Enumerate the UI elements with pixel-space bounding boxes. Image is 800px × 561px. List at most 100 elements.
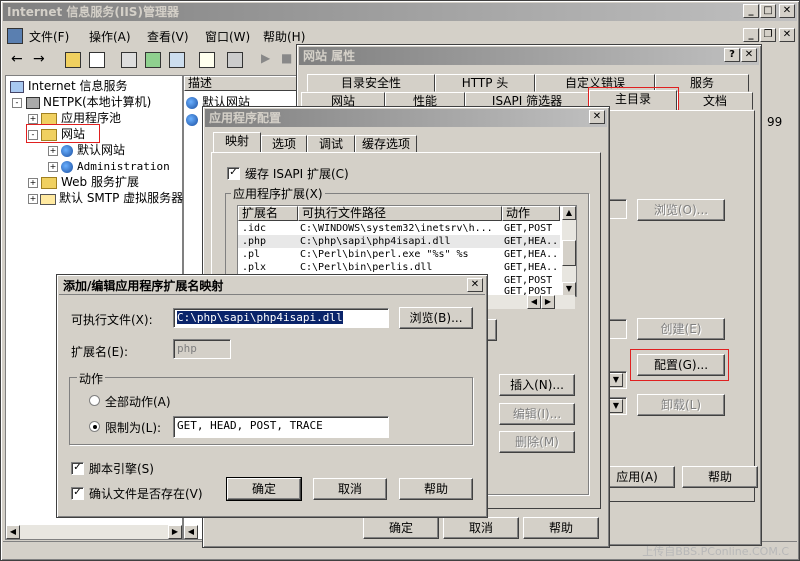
globe-icon [61,160,73,173]
col-header-ext[interactable]: 扩展名 [238,206,298,221]
table-row[interactable]: .pl C:\Perl\bin\perl.exe "%s" %s GET,HEA… [238,248,560,261]
back-icon[interactable]: ← [11,51,23,67]
dropdown-arrow-icon[interactable]: ▼ [609,399,623,413]
tab-directory-security[interactable]: 目录安全性 [307,74,435,92]
menu-file[interactable]: 文件(F) [29,28,69,45]
tree-computer[interactable]: - NETPK(本地计算机) [12,94,151,110]
menu-action[interactable]: 操作(A) [89,28,131,45]
table-row[interactable]: .plx C:\Perl\bin\perlis.dll GET,HEA... [238,261,560,274]
tree-smtp[interactable]: + 默认 SMTP 虚拟服务器 [28,190,183,206]
listview-vscrollbar[interactable]: ▲ ▼ [562,206,576,296]
ok-button[interactable]: 确定 [363,517,439,539]
scroll-up-icon[interactable]: ▲ [562,206,576,220]
minimize-button[interactable]: _ [743,4,759,18]
expand-icon[interactable]: + [28,193,38,204]
cancel-button[interactable]: 取消 [313,478,387,500]
exe-input[interactable]: C:\php\sapi\php4isapi.dll [173,308,389,328]
all-verbs-label: 全部动作(A) [105,395,171,409]
help-button[interactable]: 帮助 [523,517,599,539]
computer-icon-tree [26,97,40,109]
exe-label: 可执行文件(X): [71,313,153,327]
tree-hscrollbar[interactable]: ◀ ▶ [6,525,182,539]
site-props-titlebar: 网站 属性 [299,47,759,65]
apply-button[interactable]: 应用(A) [599,466,675,488]
scroll-right-icon[interactable]: ▶ [541,295,555,309]
table-row[interactable]: .idc C:\WINDOWS\system32\inetsrv\h... GE… [238,222,560,235]
edit-button[interactable]: 编辑(I)... [499,403,575,425]
expand-icon[interactable]: + [28,177,38,188]
all-verbs-radio[interactable] [89,395,100,406]
tree-web-ext[interactable]: + Web 服务扩展 [28,174,139,190]
ext-input[interactable]: php [173,339,231,359]
scroll-left-icon[interactable]: ◀ [6,525,20,539]
scroll-right-icon[interactable]: ▶ [168,525,182,539]
scroll-down-icon[interactable]: ▼ [562,282,576,296]
up-folder-icon[interactable] [65,52,81,68]
create-button[interactable]: 创建(E) [637,318,725,340]
close-button[interactable]: ✕ [589,110,605,124]
mdi-close-button[interactable]: ✕ [779,28,795,42]
play-icon[interactable]: ▶ [261,51,270,65]
browse-button[interactable]: 浏览(O)... [637,199,725,221]
limit-to-input[interactable]: GET, HEAD, POST, TRACE [173,416,389,438]
tab-cache-options[interactable]: 缓存选项 [355,135,417,153]
help-question-button[interactable]: ? [724,48,740,62]
menu-window[interactable]: 窗口(W) [205,28,250,45]
expand-icon[interactable]: + [28,113,38,124]
verbs-group-label: 动作 [77,370,106,387]
help-button[interactable]: 帮助 [399,478,473,500]
dropdown-arrow-icon[interactable]: ▼ [609,373,623,387]
help-button[interactable]: 帮助 [682,466,758,488]
show-tree-icon[interactable] [89,52,105,68]
tree-admin-site[interactable]: + Administration [48,158,170,174]
toolbar: ← → ▶ ■ [5,49,301,71]
unload-button[interactable]: 卸载(L) [637,394,725,416]
cancel-button[interactable]: 取消 [443,517,519,539]
mdi-minimize-button[interactable]: _ [743,28,759,42]
browse-button[interactable]: 浏览(B)... [399,307,473,329]
forward-icon[interactable]: → [33,51,45,67]
list-header-description[interactable]: 描述 [184,76,304,91]
properties-icon[interactable] [121,52,137,68]
scroll-left-icon[interactable]: ◀ [527,295,541,309]
tab-documents[interactable]: 文档 [677,92,753,110]
limit-to-radio[interactable] [89,421,100,432]
tab-mappings[interactable]: 映射 [213,132,261,153]
tree-default-site[interactable]: + 默认网站 [48,142,125,158]
expand-icon[interactable]: + [48,145,58,156]
close-button[interactable]: ✕ [741,48,757,62]
col-header-verbs[interactable]: 动作 [502,206,560,221]
iis-icon [10,81,24,93]
limit-to-label: 限制为(L): [105,421,162,435]
menu-view[interactable]: 查看(V) [147,28,189,45]
stop-icon[interactable]: ■ [281,51,292,65]
collapse-icon[interactable]: - [12,97,22,108]
cache-isapi-checkbox[interactable]: ✓ [227,167,240,180]
globe-icon [186,96,198,109]
tab-options[interactable]: 选项 [261,135,307,153]
tree-root[interactable]: Internet 信息服务 [10,78,127,94]
export-icon[interactable] [169,52,185,68]
scroll-thumb[interactable] [562,240,576,266]
help-icon[interactable] [199,52,215,68]
script-engine-checkbox[interactable]: ✓ [71,462,84,475]
mdi-restore-button[interactable]: ❐ [760,28,776,42]
verify-file-checkbox[interactable]: ✓ [71,487,84,500]
col-header-path[interactable]: 可执行文件路径 [298,206,502,221]
refresh-icon[interactable] [145,52,161,68]
scroll-left-icon[interactable]: ◀ [184,525,198,539]
menu-help[interactable]: 帮助(H) [263,28,305,45]
computer-icon[interactable] [227,52,243,68]
insert-button[interactable]: 插入(N)... [499,374,575,396]
app-ext-group-label: 应用程序扩展(X) [231,185,325,202]
close-button[interactable]: ✕ [467,278,483,292]
listview-hscrollbar[interactable]: ◀ ▶ [483,295,575,309]
expand-icon[interactable]: + [48,161,58,172]
table-row-selected[interactable]: .php C:\php\sapi\php4isapi.dll GET,HEA..… [238,235,560,248]
maximize-button[interactable]: □ [760,4,776,18]
tab-http-headers[interactable]: HTTP 头 [435,74,535,92]
delete-button[interactable]: 删除(M) [499,431,575,453]
close-button[interactable]: ✕ [779,4,795,18]
tab-debugging[interactable]: 调试 [307,135,355,153]
ok-button[interactable]: 确定 [226,477,302,501]
